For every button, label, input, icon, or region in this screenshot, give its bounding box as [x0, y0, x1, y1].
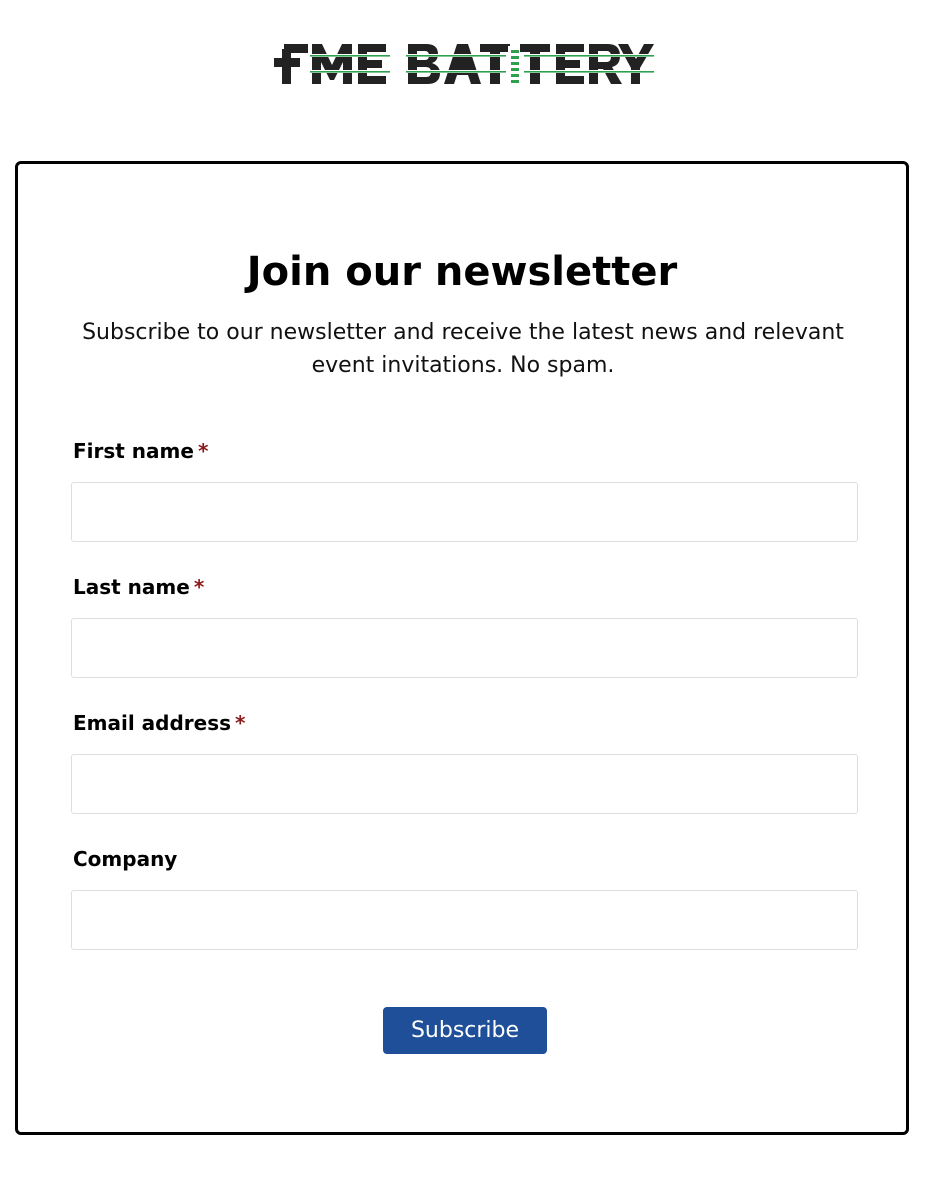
brand-logo-graphic	[274, 44, 654, 84]
required-asterisk: *	[235, 711, 246, 735]
last-name-label-text: Last name	[73, 575, 190, 599]
company-label: Company	[73, 845, 177, 873]
newsletter-form-card: Join our newsletter Subscribe to our new…	[15, 161, 909, 1135]
required-asterisk: *	[197, 439, 209, 463]
email-address-label-text: Email address	[73, 711, 232, 735]
first-name-label-text: First name	[73, 439, 194, 463]
first-name-label: First name *	[73, 437, 208, 465]
required-asterisk: *	[193, 575, 205, 599]
brand-logo[interactable]	[274, 40, 656, 88]
form-subtitle: Subscribe to our newsletter and receive …	[82, 320, 844, 378]
last-name-label: Last name *	[73, 573, 204, 601]
subscribe-button[interactable]: Subscribe	[383, 1007, 547, 1054]
email-address-label: Email address *	[73, 709, 246, 737]
company-label-text: Company	[73, 847, 178, 871]
company-input[interactable]	[71, 890, 858, 950]
email-address-input[interactable]	[71, 754, 858, 814]
last-name-input[interactable]	[71, 618, 858, 678]
form-title: Join our newsletter	[246, 249, 678, 295]
first-name-input[interactable]	[71, 482, 858, 542]
